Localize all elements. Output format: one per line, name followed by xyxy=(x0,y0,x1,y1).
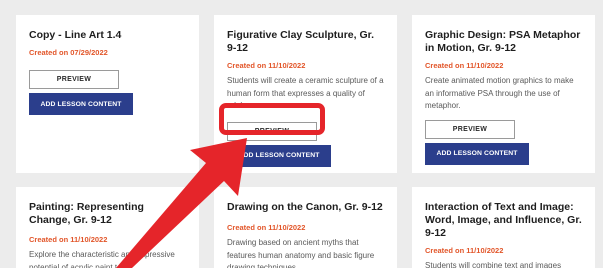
card-date: Created on 11/10/2022 xyxy=(227,223,306,232)
card-date: Created on 11/10/2022 xyxy=(425,61,504,70)
card-description: Students will combine text and images xyxy=(425,261,562,268)
card-title: Interaction of Text and Image: Word, Ima… xyxy=(425,201,582,239)
lesson-card-copy-line-art: Copy - Line Art 1.4 Created on 07/29/202… xyxy=(16,15,199,173)
preview-button[interactable]: PREVIEW xyxy=(29,70,119,89)
card-description: Explore the characteristic and expressiv… xyxy=(29,250,175,268)
card-date: Created on 11/10/2022 xyxy=(29,235,108,244)
lesson-card-figurative-clay: Figurative Clay Sculpture, Gr. 9-12 Crea… xyxy=(214,15,397,173)
preview-button[interactable]: PREVIEW xyxy=(425,119,515,139)
lesson-card-graphic-design: Graphic Design: PSA Metaphor in Motion, … xyxy=(412,15,595,173)
card-description: Drawing based on ancient myths that feat… xyxy=(227,238,375,268)
add-lesson-content-button[interactable]: ADD LESSON CONTENT xyxy=(29,93,133,115)
add-lesson-content-button[interactable]: ADD LESSON CONTENT xyxy=(227,144,331,167)
card-title: Copy - Line Art 1.4 xyxy=(29,29,122,41)
add-lesson-content-button[interactable]: ADD LESSON CONTENT xyxy=(425,142,529,165)
card-description: Create animated motion graphics to make … xyxy=(425,76,574,110)
card-date: Created on 11/10/2022 xyxy=(425,246,504,255)
card-date: Created on 11/10/2022 xyxy=(227,61,306,70)
lesson-card-painting: Painting: Representing Change, Gr. 9-12 … xyxy=(16,187,199,268)
card-title: Painting: Representing Change, Gr. 9-12 xyxy=(29,201,144,226)
card-date: Created on 07/29/2022 xyxy=(29,48,108,57)
lesson-card-text-image: Interaction of Text and Image: Word, Ima… xyxy=(412,187,595,268)
card-description: Students will create a ceramic sculpture… xyxy=(227,76,384,110)
lesson-card-drawing-canon: Drawing on the Canon, Gr. 9-12 Created o… xyxy=(214,187,397,268)
card-title: Figurative Clay Sculpture, Gr. 9-12 xyxy=(227,29,375,54)
card-title: Graphic Design: PSA Metaphor in Motion, … xyxy=(425,29,581,54)
preview-button[interactable]: PREVIEW xyxy=(227,121,317,141)
card-title: Drawing on the Canon, Gr. 9-12 xyxy=(227,201,383,213)
